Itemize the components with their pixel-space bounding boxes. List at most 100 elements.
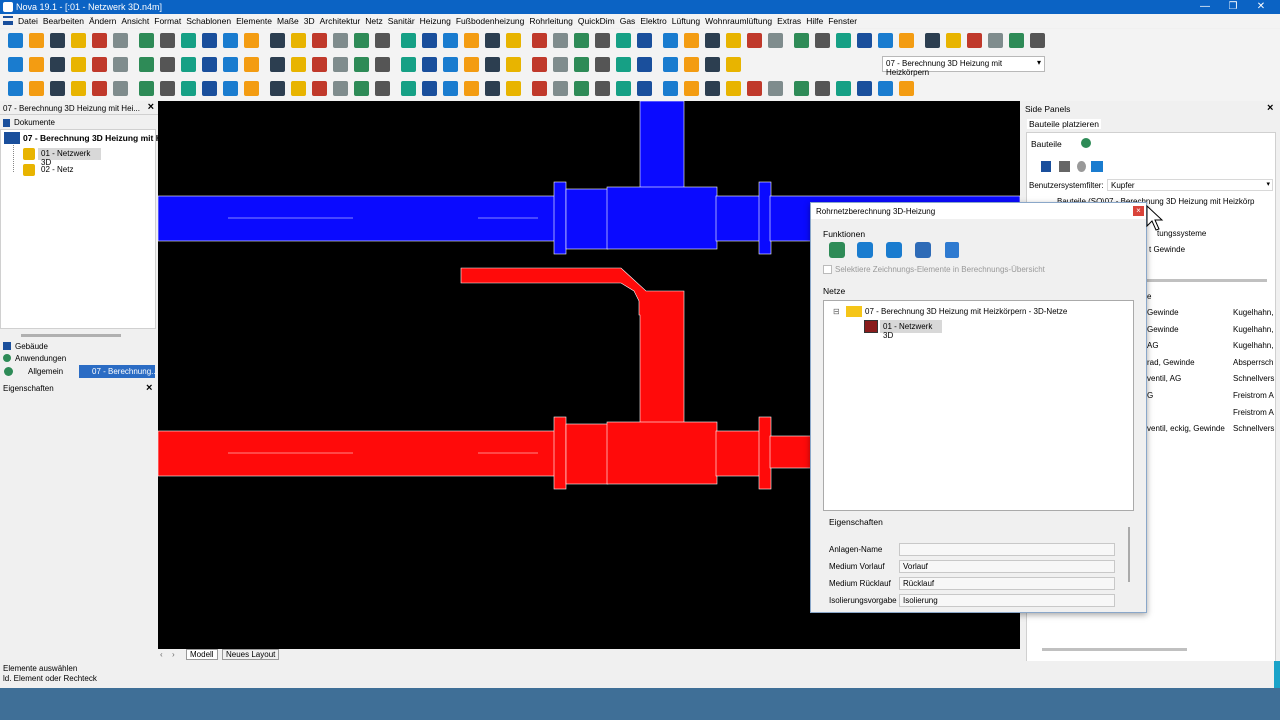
menu-item[interactable]: Fenster (828, 16, 862, 26)
menu-item[interactable]: Architektur (320, 16, 366, 26)
text-icon[interactable] (684, 57, 699, 72)
new-file-icon[interactable] (8, 33, 23, 48)
move-icon[interactable] (244, 33, 259, 48)
tab-bauteile-platzieren[interactable]: Bauteile platzieren (1027, 119, 1101, 129)
component-row-type[interactable]: Schnellvers (1233, 424, 1275, 433)
settings-icon[interactable] (1059, 161, 1070, 172)
copy-icon[interactable] (401, 33, 416, 48)
menu-item[interactable]: Ansicht (121, 16, 154, 26)
pump-icon[interactable] (532, 81, 547, 96)
horizontal-scrollbar[interactable] (1147, 279, 1267, 282)
menu-item[interactable]: Fußbodenheizung (456, 16, 530, 26)
tree-root[interactable]: 07 - Berechnung 3D Heizung mit He (23, 133, 167, 143)
fitting-icon[interactable] (857, 81, 872, 96)
circle-icon[interactable] (202, 57, 217, 72)
grid-icon[interactable] (113, 57, 128, 72)
close-eigenschaften-icon[interactable]: × (146, 382, 152, 394)
select-elements-checkbox[interactable] (823, 265, 832, 274)
menu-item[interactable]: Lüftung (672, 16, 705, 26)
radiator-icon[interactable] (616, 81, 631, 96)
circle-icon[interactable] (50, 57, 65, 72)
view-icon[interactable] (291, 57, 306, 72)
cut-icon[interactable] (92, 33, 107, 48)
hamburger-menu-icon[interactable] (3, 16, 13, 25)
heater-icon[interactable] (270, 81, 285, 96)
layer-icon[interactable] (92, 57, 107, 72)
paste-icon[interactable] (705, 33, 720, 48)
save-icon[interactable] (616, 33, 631, 48)
component-row-name[interactable]: AG (1147, 341, 1159, 350)
tab-neues-layout[interactable]: Neues Layout (222, 649, 280, 660)
component-row-name[interactable]: Gewinde (1147, 308, 1179, 317)
open-file-icon[interactable] (595, 33, 610, 48)
copy-icon[interactable] (113, 33, 128, 48)
radiator-icon[interactable] (160, 81, 175, 96)
dokumente-header[interactable]: Dokumente (0, 116, 158, 129)
zoom-out-icon[interactable] (223, 33, 238, 48)
line-icon[interactable] (29, 57, 44, 72)
heater-icon[interactable] (422, 81, 437, 96)
tree-item-netz[interactable]: 02 - Netz (41, 165, 73, 174)
valve-icon[interactable] (50, 81, 65, 96)
pump-icon[interactable] (684, 81, 699, 96)
anwendung-select[interactable]: 07 - Berechnung... (79, 365, 158, 378)
menu-item[interactable]: Ändern (89, 16, 121, 26)
layer-icon[interactable] (244, 57, 259, 72)
valve-icon[interactable] (506, 81, 521, 96)
component-row-type[interactable]: Freistrom A (1233, 408, 1275, 417)
component-row-name[interactable]: ventil, eckig, Gewinde (1147, 424, 1225, 433)
open-file-icon[interactable] (878, 33, 893, 48)
pump-icon[interactable] (375, 81, 390, 96)
dialog-close-button[interactable]: × (1133, 206, 1144, 216)
zoom-in-icon[interactable] (485, 33, 500, 48)
bauteil-icon[interactable] (1091, 161, 1103, 172)
anwendungen-header[interactable]: Anwendungen (15, 354, 66, 363)
heater-icon[interactable] (113, 81, 128, 96)
menu-item[interactable]: Format (154, 16, 186, 26)
grid-icon[interactable] (574, 57, 589, 72)
line-icon[interactable] (333, 57, 348, 72)
menu-item[interactable]: Elemente (236, 16, 277, 26)
line-icon[interactable] (485, 57, 500, 72)
zoom-out-icon[interactable] (794, 33, 809, 48)
print-icon[interactable] (637, 33, 652, 48)
select-icon[interactable] (836, 33, 851, 48)
fitting-icon[interactable] (244, 81, 259, 96)
cut-icon[interactable] (946, 33, 961, 48)
sensor-icon[interactable] (899, 81, 914, 96)
valve-icon[interactable] (354, 81, 369, 96)
heater-icon[interactable] (574, 81, 589, 96)
snap-icon[interactable] (312, 57, 327, 72)
undo-icon[interactable] (726, 33, 741, 48)
layer-icon[interactable] (705, 57, 720, 72)
filter-select[interactable]: Kupfer ▾ (1107, 179, 1273, 191)
move-icon[interactable] (532, 33, 547, 48)
menu-item[interactable]: QuickDim (578, 16, 620, 26)
pump-icon[interactable] (836, 81, 851, 96)
close-panel-icon[interactable]: × (148, 101, 154, 113)
text-icon[interactable] (532, 57, 547, 72)
radiator-icon[interactable] (8, 81, 23, 96)
valve-icon[interactable] (815, 81, 830, 96)
horizontal-scrollbar[interactable] (1042, 648, 1187, 651)
snap-icon[interactable] (464, 57, 479, 72)
layer-icon[interactable] (401, 57, 416, 72)
view-icon[interactable] (139, 57, 154, 72)
new-file-icon[interactable] (857, 33, 872, 48)
close-tab-icon[interactable] (1081, 138, 1091, 148)
pipe-icon[interactable] (637, 81, 652, 96)
fitting-icon[interactable] (92, 81, 107, 96)
menu-item[interactable]: Rohrleitung (529, 16, 577, 26)
print-icon[interactable] (925, 33, 940, 48)
menu-item[interactable]: Elektro (640, 16, 671, 26)
component-row-type[interactable]: Freistrom A (1233, 391, 1275, 400)
pipe-icon[interactable] (794, 81, 809, 96)
tab-scroll-right-icon[interactable]: › (172, 650, 175, 659)
fitting-icon[interactable] (553, 81, 568, 96)
property-field[interactable]: Vorlauf (899, 560, 1115, 573)
paste-icon[interactable] (139, 33, 154, 48)
save-icon[interactable] (333, 33, 348, 48)
component-row-name[interactable]: Gewinde (1147, 325, 1179, 334)
snap-icon[interactable] (616, 57, 631, 72)
property-field[interactable]: Isolierung (899, 594, 1115, 607)
